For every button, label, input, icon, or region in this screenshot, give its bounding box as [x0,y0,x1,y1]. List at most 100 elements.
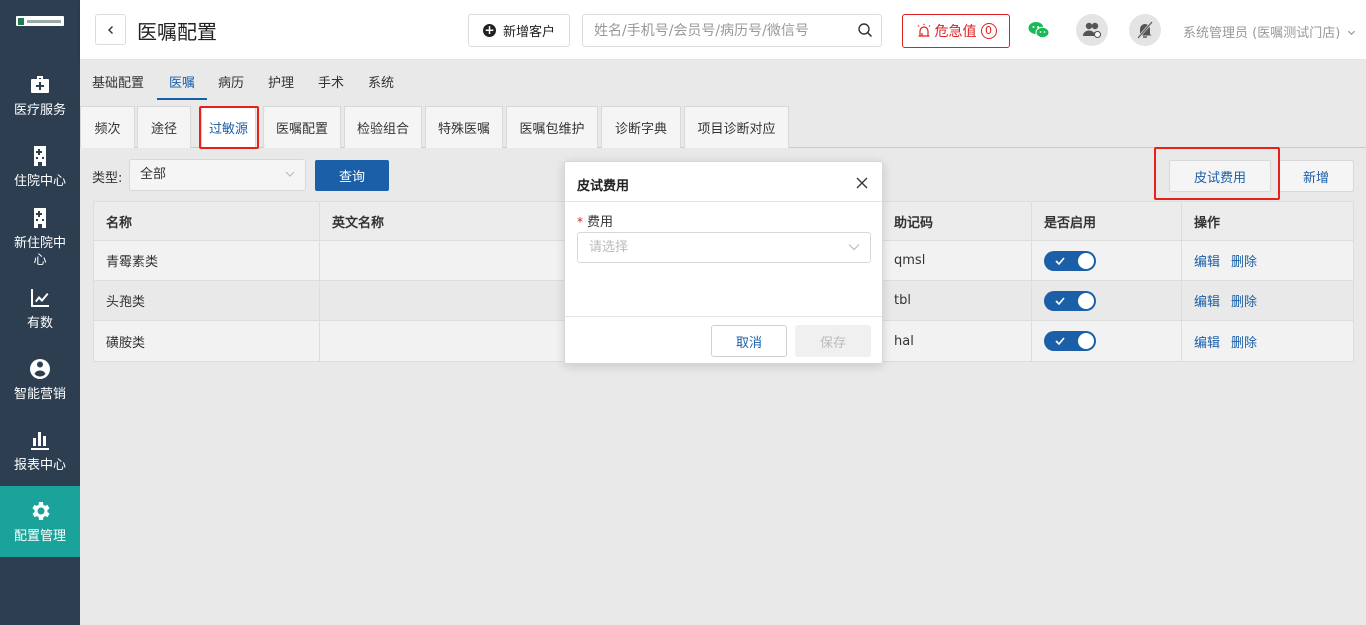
enabled-toggle[interactable] [1044,250,1096,271]
critical-value-button[interactable]: 危急值 0 [902,14,1010,48]
sidebar-item-data[interactable]: 有数 [0,273,80,344]
cell-actions: 编辑 删除 [1182,241,1355,280]
tab-nursing[interactable]: 护理 [268,72,294,91]
plus-circle-icon: + [482,23,496,37]
add-customer-label: 新增客户 [502,25,555,40]
gear-icon [32,501,50,520]
user-name-label: 系统管理员 (医嘱测试门店) [1183,26,1341,41]
cell-english-name [320,321,580,361]
critical-value-label: 危急值 [934,24,977,40]
fee-field-label: * 费用 [577,211,613,230]
fee-label-text: 费用 [587,215,614,230]
sidebar-item-label: 医疗服务 [13,102,66,118]
hospital-building-icon [34,145,46,166]
highlight-box [199,106,259,149]
save-button[interactable]: 保存 [795,325,871,357]
search-icon[interactable] [857,22,873,38]
column-header-enabled: 是否启用 [1032,202,1182,240]
edit-link[interactable]: 编辑 [1194,332,1220,351]
marketing-icon [30,358,50,379]
search-box [582,14,882,47]
cell-name: 青霉素类 [94,241,320,280]
divider [565,201,882,202]
cell-actions: 编辑 删除 [1182,321,1355,361]
cell-enabled [1032,241,1182,280]
edit-link[interactable]: 编辑 [1194,251,1220,270]
wechat-icon[interactable] [1023,14,1055,46]
enabled-toggle[interactable] [1044,331,1096,351]
cell-name: 头孢类 [94,281,320,320]
fee-select[interactable]: 请选择 [577,232,871,263]
tab-frequency[interactable]: 频次 [80,106,135,148]
sidebar-item-label: 配置管理 [13,528,66,544]
tab-order-package[interactable]: 医嘱包维护 [506,106,598,148]
active-tab-underline [157,98,207,100]
add-customer-button[interactable]: + 新增客户 [468,14,570,47]
delete-link[interactable]: 删除 [1231,291,1257,310]
medical-kit-icon [31,75,49,93]
chevron-down-icon [285,171,295,177]
cell-enabled [1032,321,1182,361]
back-button[interactable] [95,14,126,45]
cell-english-name [320,281,580,320]
highlight-box [1154,147,1280,200]
tab-basic-config[interactable]: 基础配置 [92,72,144,91]
sidebar-item-new-inpatient[interactable]: 新住院中心 [0,202,80,273]
check-icon [1055,296,1065,305]
cell-name: 磺胺类 [94,321,320,361]
enabled-toggle[interactable] [1044,290,1096,311]
column-header-mnemonic: 助记码 [882,202,1032,240]
cell-english-name [320,241,580,280]
tab-special-order[interactable]: 特殊医嘱 [425,106,503,148]
bell-off-icon[interactable] [1129,14,1161,46]
tab-order-config[interactable]: 医嘱配置 [263,106,341,148]
tab-surgery[interactable]: 手术 [318,72,344,91]
tab-system[interactable]: 系统 [368,72,394,91]
column-header-english-name: 英文名称 [320,202,580,240]
sidebar-item-label: 新住院中心 [13,236,66,268]
user-menu[interactable]: 系统管理员 (医嘱测试门店) [1183,22,1356,41]
sidebar-item-config[interactable]: 配置管理 [0,486,80,557]
chevron-down-icon [1348,30,1356,36]
divider [565,316,882,317]
sidebar-item-label: 住院中心 [13,173,66,189]
sidebar-item-reports[interactable]: 报表中心 [0,415,80,486]
tab-lab-group[interactable]: 检验组合 [344,106,422,148]
tab-medical-record[interactable]: 病历 [218,72,244,91]
cell-actions: 编辑 删除 [1182,281,1355,320]
required-mark: * [577,215,583,229]
delete-link[interactable]: 删除 [1231,251,1257,270]
sidebar-item-inpatient[interactable]: 住院中心 [0,131,80,202]
close-icon[interactable] [856,177,868,189]
edit-link[interactable]: 编辑 [1194,291,1220,310]
trend-chart-icon [31,288,49,307]
delete-link[interactable]: 删除 [1231,332,1257,351]
primary-tabs: 基础配置 医嘱 病历 护理 手术 系统 [80,60,1366,100]
chevron-down-icon [848,244,860,251]
hospital-building-icon [34,208,46,228]
tab-orders[interactable]: 医嘱 [169,72,195,91]
column-header-actions: 操作 [1194,215,1221,231]
sidebar-item-marketing[interactable]: 智能营销 [0,344,80,415]
bar-chart-icon [31,431,49,450]
cell-mnemonic: hal [882,321,1032,361]
tab-diagnosis-dictionary[interactable]: 诊断字典 [601,106,681,148]
chevron-left-icon [107,25,113,34]
tab-route[interactable]: 途径 [137,106,191,148]
sidebar-item-label: 报表中心 [13,457,66,473]
critical-count-badge: 0 [980,23,997,39]
customer-group-icon[interactable] [1076,14,1108,46]
sidebar-item-medical-service[interactable]: 医疗服务 [0,60,80,131]
add-new-button[interactable]: 新增 [1278,160,1354,192]
type-filter-label: 类型: [92,171,123,186]
skin-test-fee-dialog: 皮试费用 * 费用 请选择 取消 保存 [564,161,883,364]
top-header: 医嘱配置 + 新增客户 危急值 0 系统管理员 (医嘱测试门店) [80,0,1366,60]
tab-item-diagnosis-mapping[interactable]: 项目诊断对应 [684,106,789,148]
query-button[interactable]: 查询 [315,160,389,191]
type-select[interactable]: 全部 [129,159,306,191]
logo [0,0,80,60]
column-header-name: 名称 [94,202,320,240]
sidebar: 医疗服务 住院中心 新住院中心 有数 智能营销 报表中心 配置管理 [0,0,80,625]
cancel-button[interactable]: 取消 [711,325,787,357]
search-input[interactable] [583,15,843,46]
